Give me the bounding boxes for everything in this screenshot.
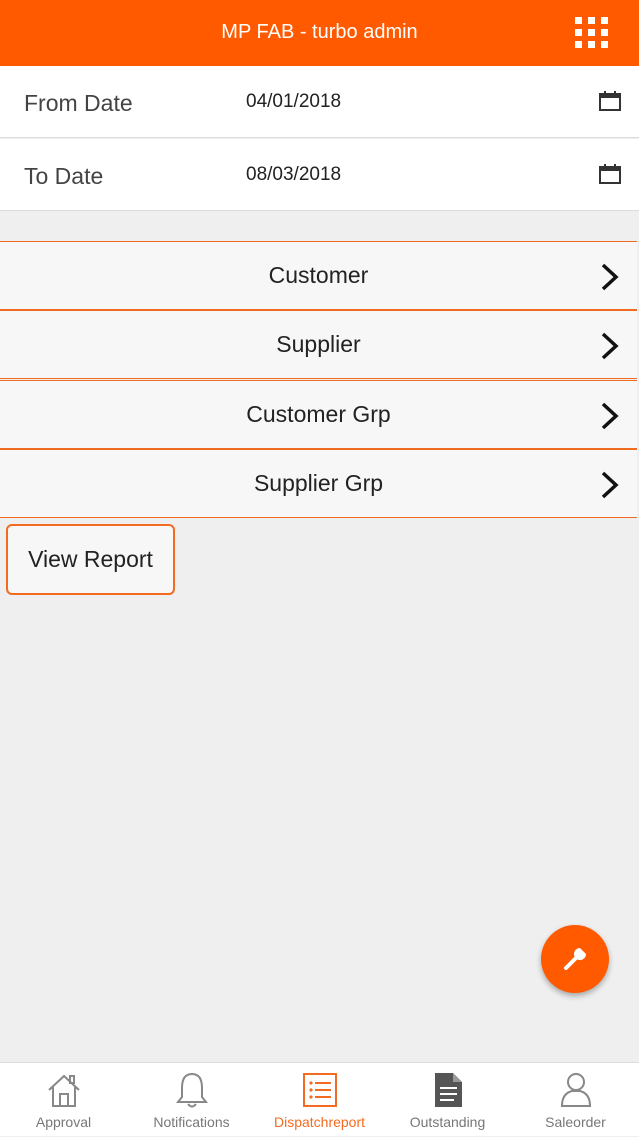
calendar-icon[interactable] [599,164,621,184]
nav-item-label: Supplier Grp [253,470,384,496]
app-header: MP FAB - turbo admin [0,0,639,66]
tab-label: Dispatchreport [273,1114,366,1130]
tab-label: Outstanding [409,1114,486,1130]
from-date-row[interactable]: From Date 04/01/2018 [0,66,639,138]
tab-label: Approval [35,1114,92,1130]
nav-item-label: Customer [268,262,369,288]
chevron-right-icon [601,332,619,360]
to-date-row[interactable]: To Date 08/03/2018 [0,139,639,211]
nav-item-label: Supplier [276,331,361,357]
tab-dispatchreport[interactable]: Dispatchreport [256,1063,383,1137]
nav-item-customer[interactable]: Customer [0,241,637,310]
tab-saleorder[interactable]: Saleorder [512,1063,639,1137]
bell-icon [175,1072,208,1108]
from-date-value[interactable]: 04/01/2018 [246,91,341,113]
tab-approval[interactable]: Approval [0,1063,127,1137]
settings-fab[interactable] [541,925,609,993]
grid-menu-icon[interactable] [575,15,609,49]
user-icon [560,1073,591,1107]
view-report-button[interactable]: View Report [6,524,175,595]
nav-item-label: Customer Grp [246,401,391,427]
document-icon [434,1073,462,1107]
to-date-label: To Date [24,163,104,189]
nav-item-supplier-grp[interactable]: Supplier Grp [0,449,637,518]
tab-label: Notifications [153,1114,230,1130]
bottom-nav: Approval Notifications Dispatchreport Ou… [0,1062,639,1136]
nav-item-supplier[interactable]: Supplier [0,310,637,379]
from-date-label: From Date [24,90,133,116]
chevron-right-icon [601,471,619,499]
list-icon [302,1073,337,1107]
home-icon [47,1074,80,1107]
chevron-right-icon [601,263,619,291]
calendar-icon[interactable] [599,91,621,111]
tab-outstanding[interactable]: Outstanding [384,1063,511,1137]
app-title: MP FAB - turbo admin [221,21,418,43]
tab-label: Saleorder [545,1114,606,1130]
chevron-right-icon [601,402,619,430]
nav-item-customer-grp[interactable]: Customer Grp [0,380,637,449]
wrench-icon [564,948,586,970]
tab-notifications[interactable]: Notifications [128,1063,255,1137]
to-date-value[interactable]: 08/03/2018 [246,164,341,186]
